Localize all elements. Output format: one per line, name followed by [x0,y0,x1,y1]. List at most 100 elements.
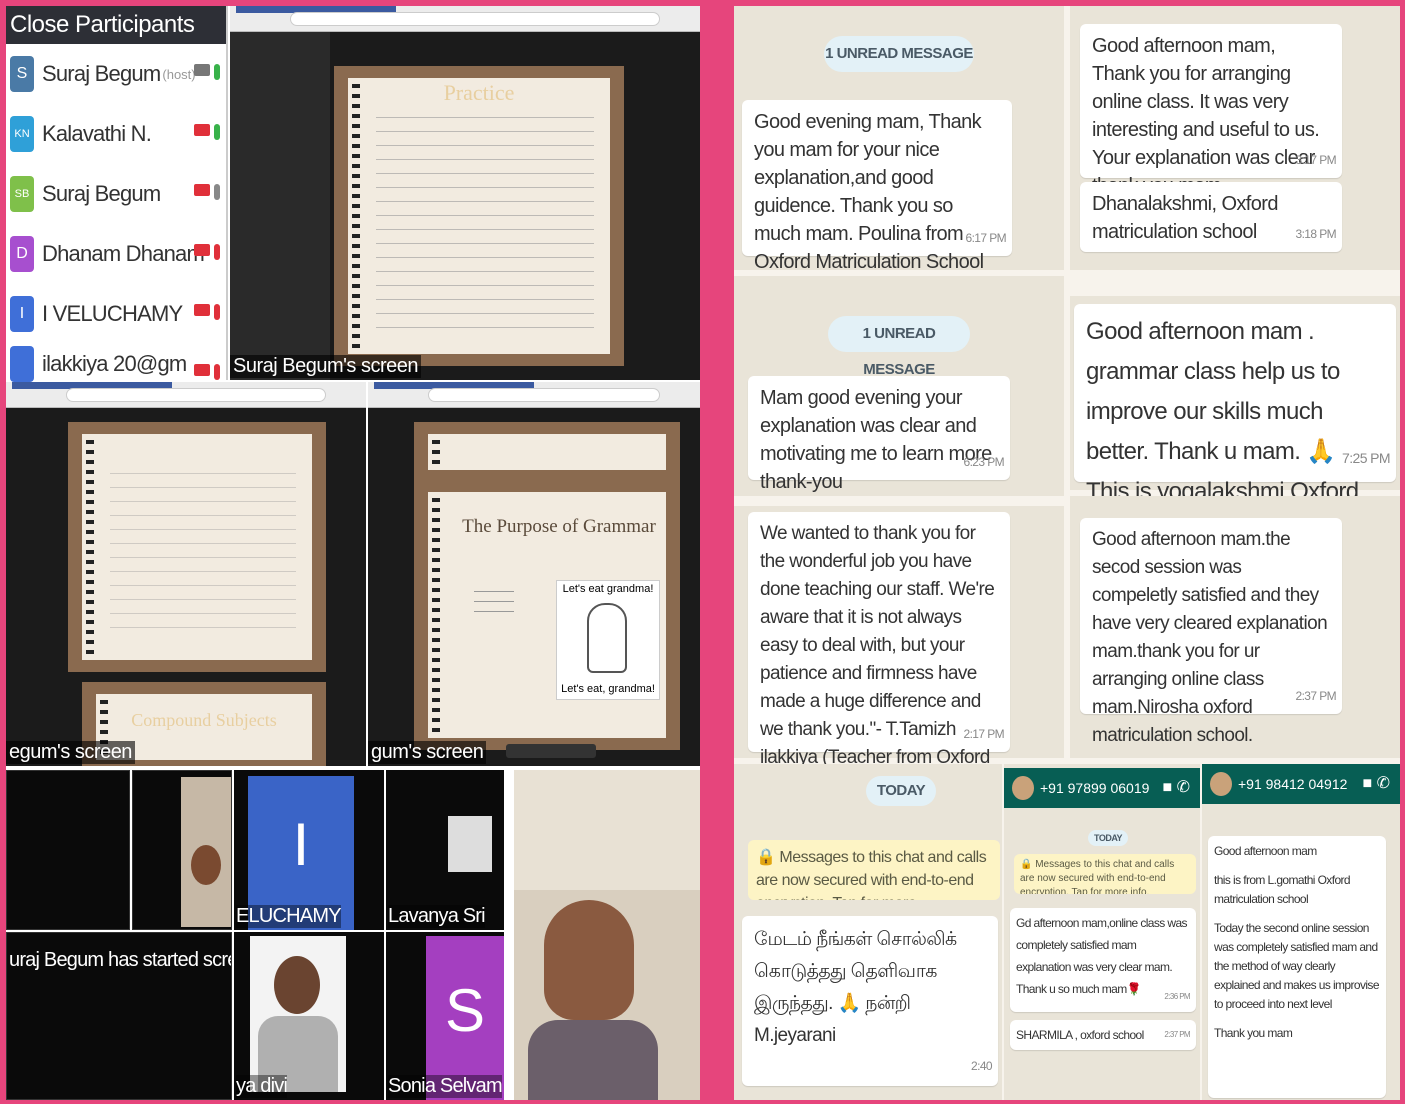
chat-header[interactable]: +91 97899 06019 ■ ✆ [1004,768,1200,808]
chat-message[interactable]: Mam good evening your explanation was cl… [748,376,1010,493]
participant-row[interactable]: D Dhanam Dhanam [6,224,226,284]
avatar: SB [10,176,34,212]
address-bar[interactable] [290,12,660,26]
participant-name: Dhanam Dhanam [42,241,205,266]
signature: M.jeyarani [754,1025,836,1046]
video-tile[interactable]: S Sonia Selvam [386,932,504,1100]
chat-message[interactable]: Dhanalakshmi, Oxford matriculation schoo… [1080,182,1342,252]
encryption-notice[interactable]: 🔒 Messages to this chat and calls are no… [1014,854,1196,894]
browser-bar [6,382,366,408]
presenter-toolbar[interactable] [506,744,596,758]
video-tile[interactable] [132,770,232,930]
mic-muted-icon[interactable] [214,304,220,320]
call-icon[interactable]: ■ ✆ [1162,768,1190,808]
address-bar[interactable] [66,388,326,402]
participant-row[interactable]: SB Suraj Begum [6,164,226,224]
screen-label: gum's screen [368,741,487,764]
slide-title: The Purpose of Grammar [462,516,656,537]
chat-message[interactable]: Good afternoon mam, Thank you for arrang… [1080,24,1342,197]
chat-message[interactable]: Good afternoon mam this is from L.gomath… [1208,836,1386,1098]
date-badge: TODAY [1088,830,1128,846]
chat-screenshot: 1 UNREAD MESSAGE Good evening mam, Thank… [734,6,1064,273]
chat-message[interactable]: மேடம் நீங்கள் சொல்லிக் கொடுத்தது தெளிவாக… [742,916,998,1086]
participant-name: ilakkiya 20@gm [42,351,187,376]
video-tile[interactable] [514,770,700,1100]
call-icon[interactable]: ■ ✆ [1362,764,1390,804]
message-time: 2:17 PM [963,727,1005,741]
chat-message[interactable]: Good evening mam, Thank you mam for your… [742,100,1012,273]
camera-icon[interactable] [194,64,210,76]
mic-muted-icon[interactable] [214,244,220,260]
grandma-illustration: Let's eat grandma! Let's eat, grandma! [556,580,660,700]
slide [68,422,326,672]
chat-header[interactable]: +91 98412 04912 ■ ✆ [1202,764,1400,804]
chat-message[interactable]: Good afternoon mam.the secod session was… [1080,518,1342,746]
avatar: D [10,236,34,272]
participant-name: Suraj Begum [42,61,161,86]
screen-label: egum's screen [6,741,135,764]
tile-label: Sonia Selvam [388,1075,503,1098]
mic-icon[interactable] [214,184,220,200]
participant-row[interactable]: S Suraj Begum (host) [6,44,226,104]
camera-off-icon[interactable] [194,184,210,196]
message-time: 6:17 PM [965,231,1007,245]
chat-screenshot: +91 97899 06019 ■ ✆ TODAY 🔒 Messages to … [1004,764,1200,1100]
message-time: 3:18 PM [1295,227,1337,241]
chat-screenshot: Good afternoon mam . grammar class help … [1070,296,1400,545]
browser-bar [230,6,700,32]
chat-screenshot: Good afternoon mam.the secod session was… [1070,496,1400,758]
participant-name: Kalavathi N. [42,121,152,146]
participants-header[interactable]: Close Participants (20) [6,6,226,76]
meeting-collage: Close Participants (20) S Suraj Begum (h… [6,6,700,1100]
message-time: 2:37 PM [1164,1030,1190,1039]
video-tile[interactable] [6,770,130,930]
participants-panel: Close Participants (20) S Suraj Begum (h… [6,6,228,382]
chat-screenshot: +91 98412 04912 ■ ✆ Good afternoon mam t… [1202,764,1400,1100]
message-time: 2:37 PM [1295,689,1337,703]
address-bar[interactable] [428,388,660,402]
video-tile[interactable]: Lavanya Sri [386,770,504,930]
avatar [10,346,34,382]
chat-screenshot: 1 UNREAD MESSAGE Mam good evening your e… [734,276,1064,496]
message-time: 7:25 PM [1342,450,1391,466]
shared-screen-mid-right: The Purpose of Grammar Let's eat grandma… [368,382,700,766]
participant-row[interactable]: ilakkiya 20@gm [6,344,226,384]
encryption-notice[interactable]: 🔒 Messages to this chat and calls are no… [748,840,1000,900]
message-time: 3:17 PM [1295,153,1337,167]
video-tile[interactable]: ya divi [234,932,384,1100]
chat-screenshot: We wanted to thank you for the wonderful… [734,506,1064,796]
participant-row[interactable]: I I VELUCHAMY [6,284,226,344]
date-badge: TODAY [866,776,936,806]
participant-row[interactable]: KN Kalavathi N. [6,104,226,164]
video-tile[interactable]: I ELUCHAMY [234,770,384,930]
slide-title: Practice [443,80,515,105]
contact-avatar [1012,776,1034,800]
slide-title: Compound Subjects [131,710,277,730]
message-time: 2:40 [971,1059,993,1073]
message-time: 2:36 PM [1164,992,1190,1001]
mic-icon[interactable] [214,124,220,140]
mic-muted-icon[interactable] [214,364,220,380]
unread-badge: 1 UNREAD MESSAGE [828,316,970,378]
chat-message[interactable]: SHARMILA , oxford school 2:37 PM [1010,1020,1196,1050]
chat-message[interactable]: Gd afternoon mam,online class was comple… [1010,908,1196,1012]
chat-message[interactable]: We wanted to thank you for the wonderful… [748,512,1010,796]
video-tile[interactable]: uraj Begum has started screen [6,932,232,1100]
camera-off-icon[interactable] [194,304,210,316]
slide [414,422,680,482]
chat-screenshot: Good afternoon mam, Thank you for arrang… [1070,6,1400,270]
shared-screen-top: Practice Suraj Begum's screen [230,6,700,380]
camera-off-icon[interactable] [194,364,210,376]
participant-name: I VELUCHAMY [42,301,183,326]
contact-avatar [1210,772,1232,796]
slide: Practice [334,66,624,366]
chat-message[interactable]: Good afternoon mam . grammar class help … [1074,304,1396,545]
participant-face [274,956,320,1014]
camera-off-icon[interactable] [194,244,210,256]
slide-sidebar [230,32,330,380]
participant-face [191,845,221,885]
camera-off-icon[interactable] [194,124,210,136]
mic-icon[interactable] [214,64,220,80]
screen-label: Suraj Begum's screen [230,355,422,378]
contact-number: +91 98412 04912 [1238,776,1348,792]
